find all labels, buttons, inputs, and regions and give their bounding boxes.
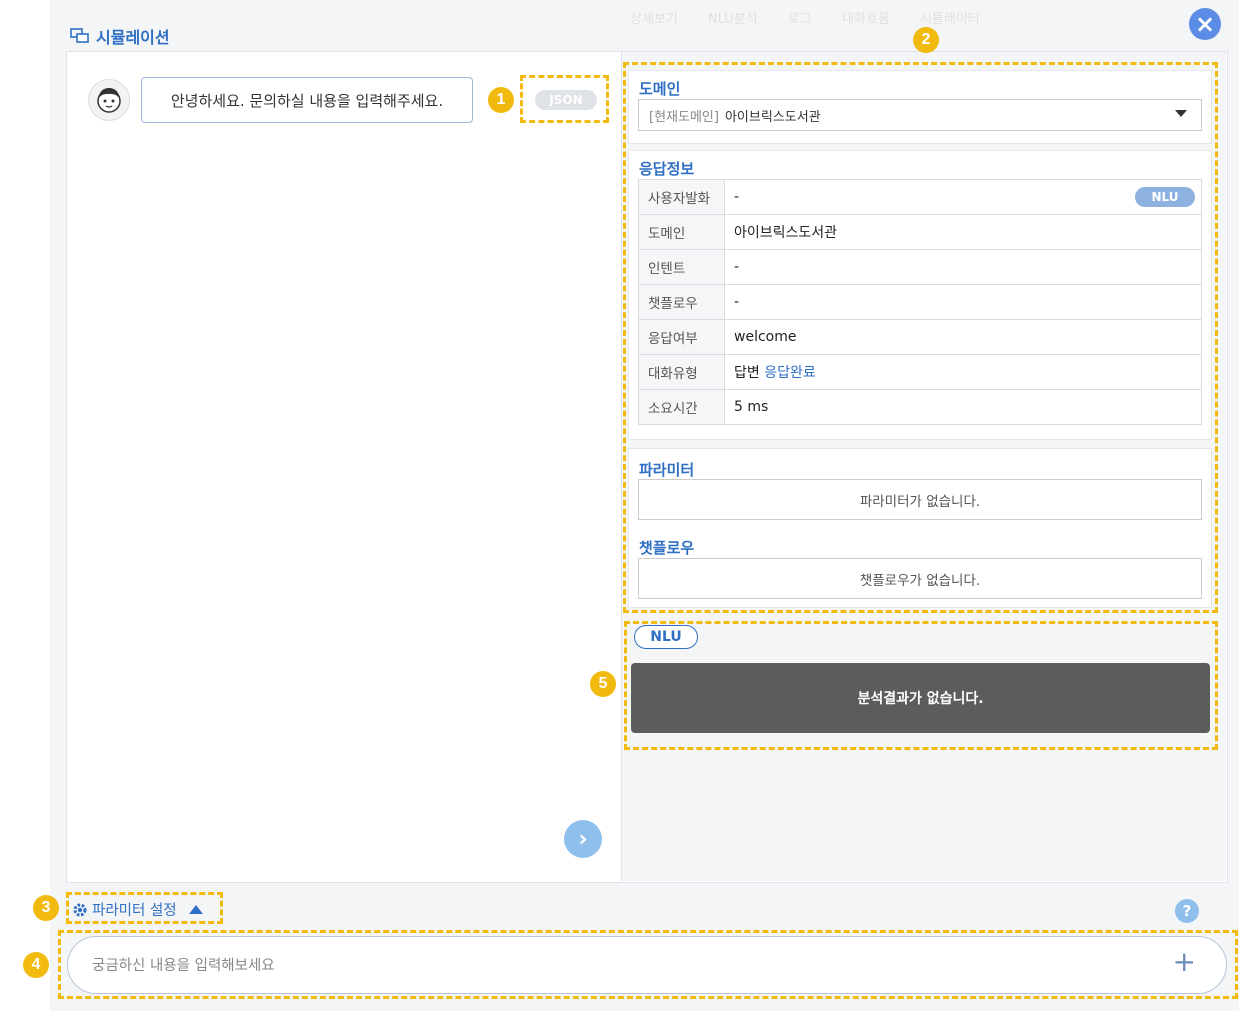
help-button[interactable]: ? [1175, 899, 1199, 923]
annotation-marker-5: 5 [590, 671, 616, 697]
annotation-marker-2: 2 [913, 27, 939, 53]
annotation-box-5 [624, 621, 1218, 750]
close-button[interactable]: × [1189, 8, 1221, 40]
annotation-box-2 [623, 62, 1218, 613]
faint-tab: 대화흐름 [841, 12, 890, 27]
faint-tab: NLU분석 [707, 12, 758, 27]
next-button[interactable]: › [564, 820, 602, 858]
annotation-marker-1: 1 [488, 87, 514, 113]
page-title: 시뮬레이션 [70, 24, 170, 48]
faint-tab: 로그 [787, 12, 812, 27]
chevron-right-icon: › [578, 826, 588, 852]
faint-tab: 상세보기 [630, 12, 678, 27]
bot-message: 안녕하세요. 문의하실 내용을 입력해주세요. [141, 77, 473, 123]
title-text: 시뮬레이션 [96, 28, 170, 47]
annotation-box-3 [66, 892, 223, 924]
annotation-box-1 [520, 75, 609, 123]
close-icon: × [1194, 10, 1216, 38]
faint-tab: 시뮬레이터 [919, 12, 980, 27]
annotation-marker-3: 3 [33, 895, 59, 921]
simulation-icon [70, 28, 89, 43]
bot-avatar [88, 79, 130, 121]
background-tabs: 상세보기 NLU분석 로그 대화흐름 시뮬레이터 [630, 8, 1170, 32]
annotation-marker-4: 4 [23, 952, 49, 978]
bot-face-icon [97, 88, 121, 113]
annotation-box-4 [58, 930, 1238, 999]
panel-divider [621, 51, 622, 881]
question-icon: ? [1182, 902, 1192, 920]
